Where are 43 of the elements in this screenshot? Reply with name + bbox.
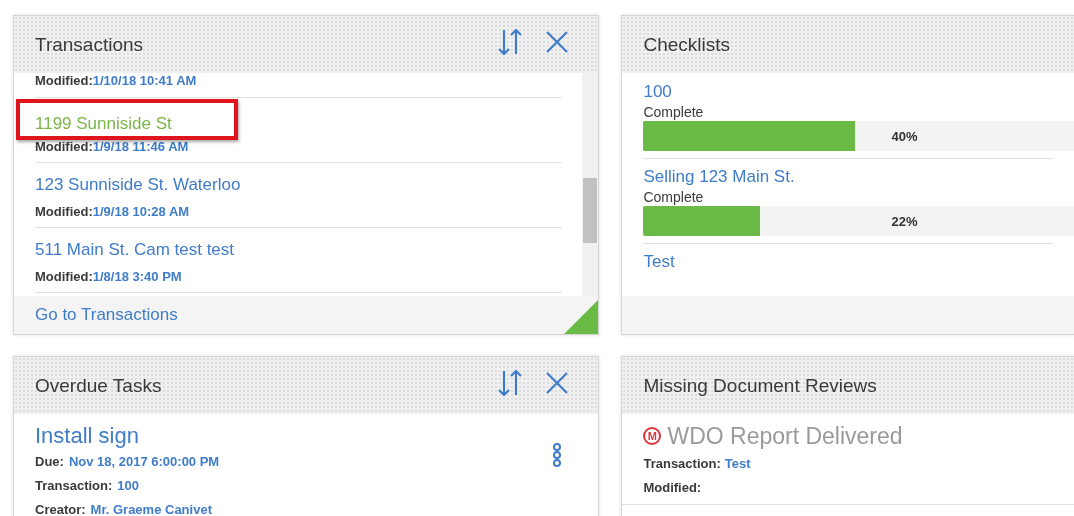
sort-icon[interactable] [497, 368, 524, 397]
more-icon[interactable] [552, 443, 563, 467]
transaction-link[interactable]: 511 Main St. Cam test test [35, 237, 563, 263]
transaction-link[interactable]: 1199 Sunniside St [35, 114, 172, 133]
checklist-link[interactable]: 100 [643, 81, 1053, 103]
field-label: Due: [35, 453, 64, 471]
field-value[interactable]: Mr. Graeme Canivet [90, 498, 212, 516]
modified-label: Modified: [35, 73, 93, 90]
card-title: Transactions [35, 33, 144, 58]
task-title[interactable]: Install sign [35, 422, 578, 450]
card-title: Missing Document Reviews [643, 374, 877, 399]
scrollbar[interactable] [582, 73, 599, 296]
footer-link[interactable]: Go to Transactions [35, 302, 178, 328]
field-label: Transaction: [643, 455, 721, 473]
field-value[interactable]: 100 [117, 474, 139, 498]
modified-date: 1/9/18 11:46 AM [92, 137, 189, 156]
progress-percent: 22% [891, 213, 918, 231]
status-label: Complete [643, 103, 705, 121]
modified-label: Modified: [35, 202, 93, 221]
modified-date: 1/10/18 10:41 AM [92, 73, 197, 90]
close-icon[interactable] [545, 29, 570, 54]
modified-date: 1/9/18 10:28 AM [92, 202, 190, 221]
sort-icon[interactable] [497, 27, 524, 56]
status-label: Complete [643, 188, 705, 206]
close-icon[interactable] [545, 370, 570, 395]
field-label: Creator: [35, 501, 86, 516]
modified-label: Modified: [35, 137, 93, 156]
resize-handle-icon[interactable] [564, 300, 599, 334]
field-label: Transaction: [35, 477, 113, 495]
field-value[interactable]: Nov 18, 2017 6:00:00 PM [68, 450, 220, 474]
missing-badge: M [643, 427, 662, 445]
modified-label: Modified: [35, 267, 93, 286]
progress-percent: 40% [891, 128, 918, 146]
checklist-link[interactable]: Selling 123 Main St. [643, 166, 1053, 188]
field-label: Modified: [643, 479, 702, 497]
transaction-link[interactable]: 123 Sunniside St. Waterloo [35, 172, 563, 198]
scrollbar-thumb[interactable] [583, 178, 598, 243]
checklist-link[interactable]: Test [643, 251, 1053, 273]
card-title: Checklists [643, 33, 730, 58]
document-title[interactable]: WDO Report Delivered [667, 420, 903, 452]
modified-date: 1/8/18 3:40 PM [92, 267, 182, 286]
card-title: Overdue Tasks [35, 374, 162, 399]
field-value[interactable]: Test [724, 452, 751, 476]
